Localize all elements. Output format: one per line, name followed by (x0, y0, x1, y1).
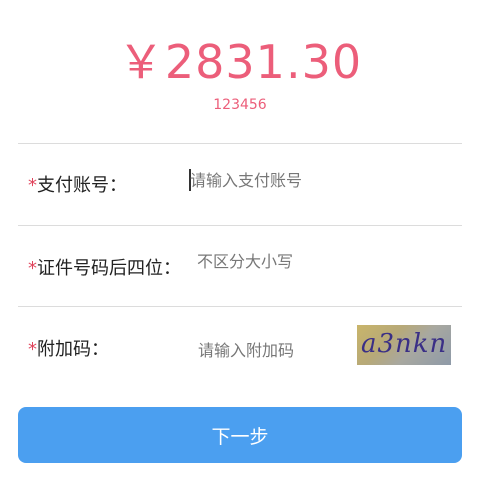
required-mark: * (28, 339, 37, 360)
account-label-text: 支付账号： (37, 175, 127, 196)
id-last-four-label-text: 证件号码后四位： (37, 258, 181, 279)
account-row: *支付账号： (0, 144, 480, 224)
next-step-button[interactable]: 下一步 (18, 407, 462, 463)
id-last-four-label: *证件号码后四位： (28, 257, 181, 281)
account-input[interactable] (190, 167, 340, 193)
required-mark: * (28, 258, 37, 279)
captcha-image-text: a3nkn (361, 329, 448, 359)
required-mark: * (28, 175, 37, 196)
payment-summary: ￥2831.30 123456 (0, 0, 480, 130)
captcha-label: *附加码： (28, 338, 109, 362)
order-number: 123456 (213, 97, 267, 113)
payment-amount: ￥2831.30 (117, 35, 363, 89)
id-last-four-input[interactable] (197, 248, 347, 274)
id-last-four-row: *证件号码后四位： (0, 226, 480, 306)
captcha-input[interactable] (198, 337, 348, 363)
captcha-image[interactable]: a3nkn (357, 325, 451, 365)
account-label: *支付账号： (28, 174, 127, 198)
captcha-label-text: 附加码： (37, 339, 109, 360)
